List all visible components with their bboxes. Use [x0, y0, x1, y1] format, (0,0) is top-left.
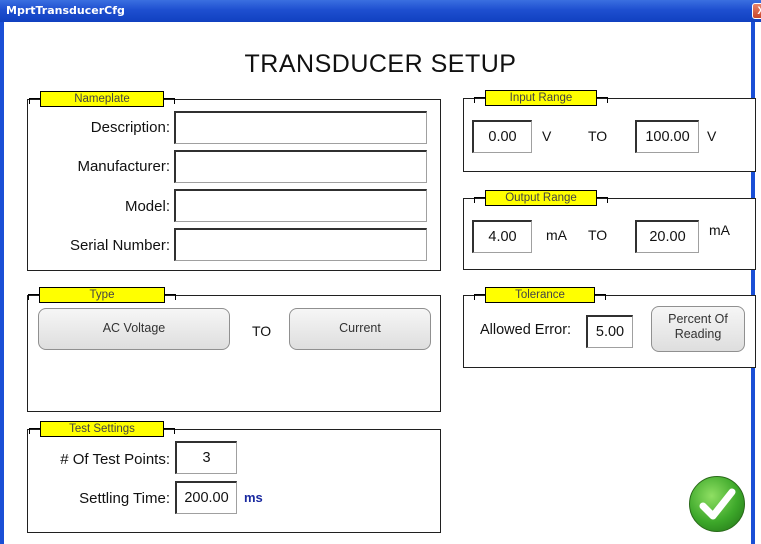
close-button[interactable]: X [752, 3, 761, 19]
serial-number-field[interactable] [174, 228, 427, 261]
test-settings-group: Test Settings # Of Test Points: 3 Settli… [27, 421, 441, 533]
manufacturer-field[interactable] [174, 150, 427, 183]
test-settings-legend: Test Settings [29, 421, 175, 437]
description-label: Description: [90, 119, 170, 136]
tolerance-legend: Tolerance [474, 287, 606, 303]
output-range-to-label: TO [588, 227, 608, 243]
settling-time-label: Settling Time: [79, 490, 170, 507]
percent-of-reading-line1: Percent Of [668, 312, 728, 326]
input-range-group: Input Range 0.00 V TO 100.00 V [463, 90, 756, 172]
page-title: TRANSDUCER SETUP [244, 50, 517, 78]
description-field[interactable] [174, 111, 427, 144]
output-range-from-unit: mA [546, 227, 567, 243]
title-bar: MprtTransducerCfg X [0, 0, 761, 22]
type-legend: Type [28, 287, 176, 303]
settling-time-unit: ms [244, 490, 263, 505]
input-range-to-label: TO [588, 128, 608, 144]
input-range-to-field[interactable]: 100.00 [635, 120, 699, 153]
model-label: Model: [124, 198, 170, 215]
output-range-from-field[interactable]: 4.00 [472, 220, 532, 253]
input-range-to-unit: V [707, 128, 717, 144]
input-range-from-field[interactable]: 0.00 [472, 120, 532, 153]
tolerance-group: Tolerance Allowed Error: 5.00 Percent Of… [463, 287, 756, 368]
output-range-to-field[interactable]: 20.00 [635, 220, 699, 253]
allowed-error-label: Allowed Error: [480, 322, 572, 338]
source-type-button[interactable]: AC Voltage [38, 308, 230, 350]
allowed-error-field[interactable]: 5.00 [586, 315, 633, 348]
type-group: Type AC Voltage TO Current [27, 287, 441, 412]
test-points-field[interactable]: 3 [175, 441, 237, 474]
serial-number-label: Serial Number: [69, 237, 170, 254]
output-range-to-unit: mA [709, 222, 730, 238]
output-range-group: Output Range 4.00 mA TO 20.00 mA [463, 190, 756, 270]
output-range-legend: Output Range [474, 190, 608, 206]
output-type-button[interactable]: Current [289, 308, 431, 350]
test-points-label: # Of Test Points: [60, 451, 170, 468]
window-title: MprtTransducerCfg [6, 4, 125, 17]
percent-of-reading-line2: Reading [674, 327, 722, 341]
model-field[interactable] [174, 189, 427, 222]
manufacturer-label: Manufacturer: [77, 158, 170, 175]
nameplate-group: Nameplate Description: Manufacturer: Mod… [27, 91, 441, 271]
settling-time-field[interactable]: 200.00 [175, 481, 237, 514]
percent-of-reading-button[interactable]: Percent Of Reading [651, 306, 745, 352]
confirm-button[interactable] [689, 476, 745, 532]
input-range-from-unit: V [542, 128, 552, 144]
type-to-label: TO [252, 323, 272, 339]
nameplate-legend: Nameplate [29, 91, 175, 107]
checkmark-icon [699, 488, 736, 520]
input-range-legend: Input Range [474, 90, 608, 106]
